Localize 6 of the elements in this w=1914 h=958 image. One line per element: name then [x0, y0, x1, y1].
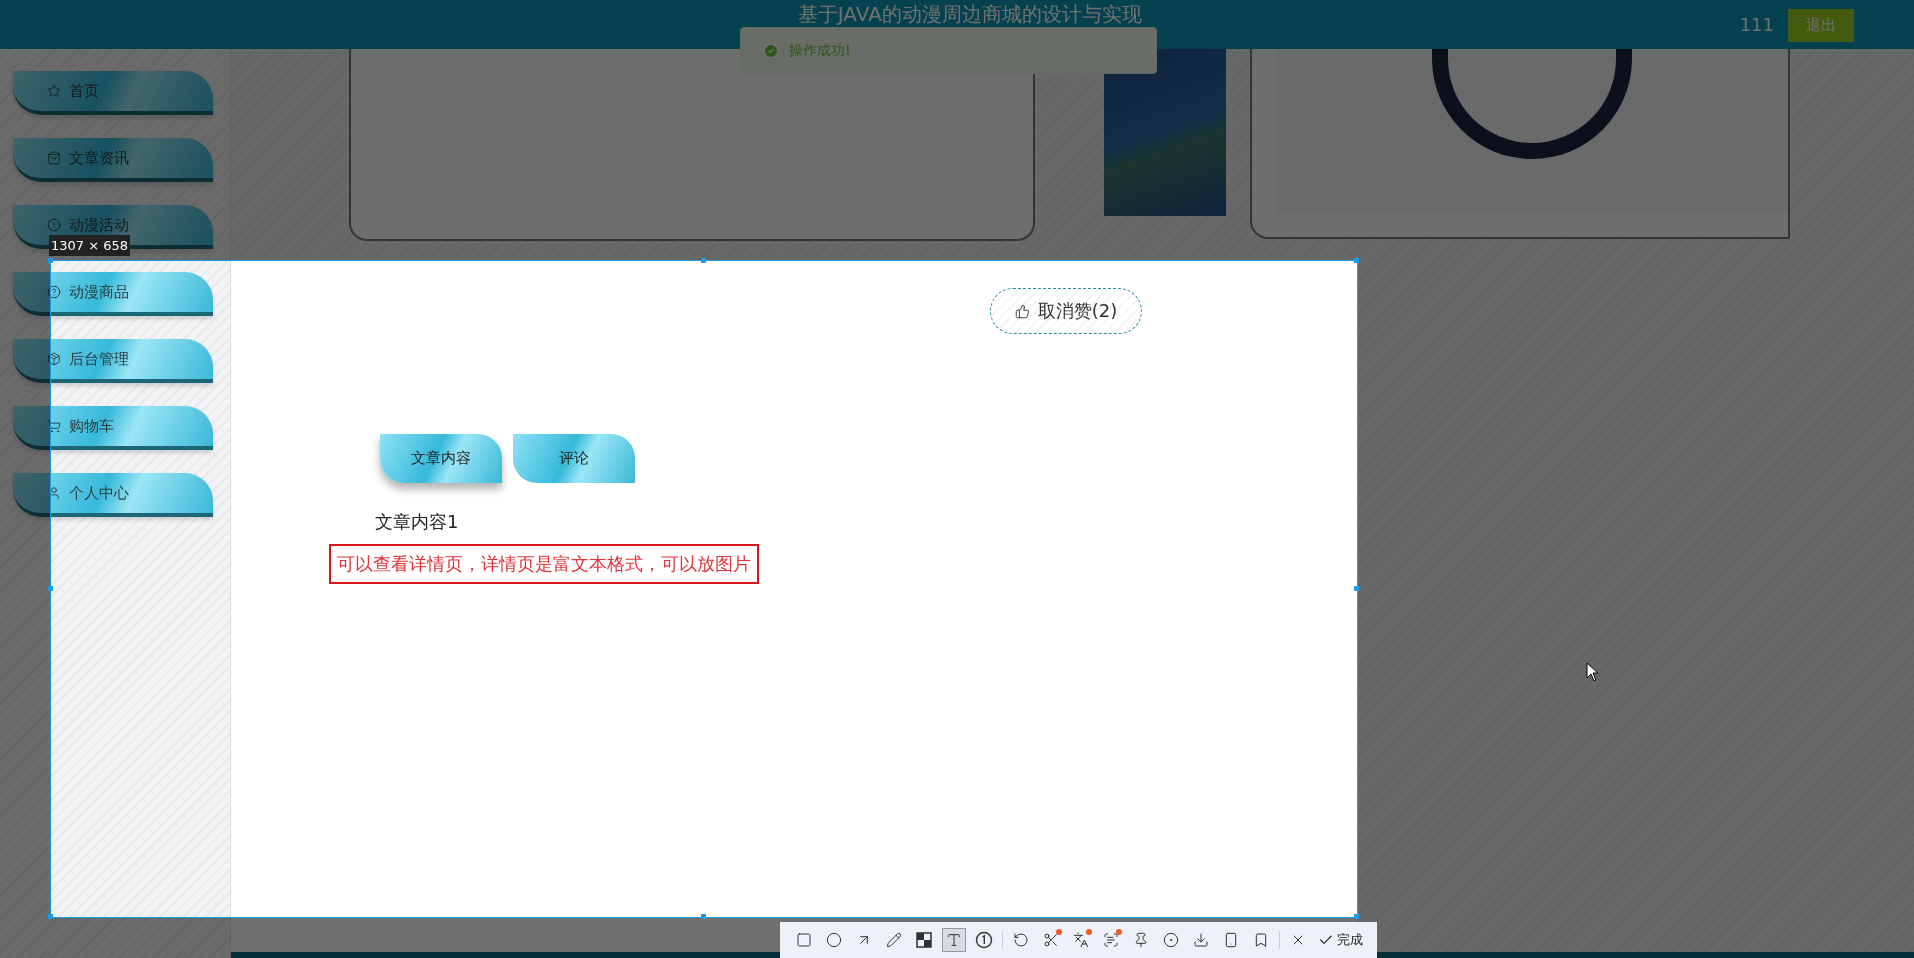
article-content: 文章内容1 [375, 510, 460, 534]
size-tooltip: 1307 × 658 [49, 235, 131, 256]
annotation-note: 可以查看详情页，详情页是富文本格式，可以放图片 [329, 544, 759, 584]
user-name: 111 [1739, 14, 1774, 35]
success-toast: 操作成功! [740, 27, 1157, 74]
site-title: 基于JAVA的动漫周边商城的设计与实现 [796, 1, 1143, 25]
